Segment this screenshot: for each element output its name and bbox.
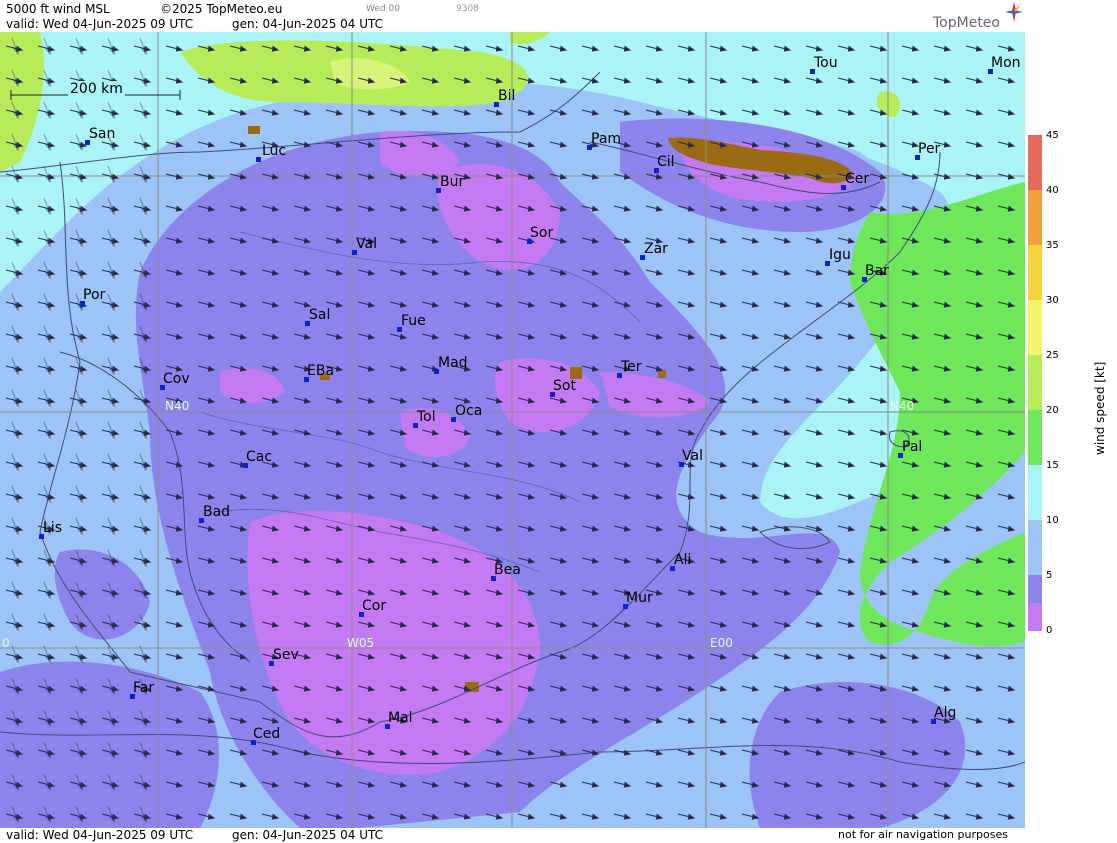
compass-logo-icon — [1005, 2, 1023, 22]
legend-tick-30: 30 — [1046, 295, 1059, 306]
scale-label: 200 km — [68, 81, 125, 97]
legend-tick-40: 40 — [1046, 185, 1059, 196]
lon-label-e00: E00 — [710, 636, 733, 650]
lat-label-n40-east: N40 — [890, 399, 915, 413]
disclaimer-text: not for air navigation purposes — [838, 828, 1008, 841]
legend-tick-35: 35 — [1046, 240, 1059, 251]
legend-tick-5: 5 — [1046, 570, 1053, 581]
lon-label-w05: W05 — [347, 636, 375, 650]
wind-speed-field — [0, 32, 1025, 828]
legend-tick-25: 25 — [1046, 350, 1059, 361]
legend-tick-10: 10 — [1046, 515, 1059, 526]
product-title: 5000 ft wind MSL — [6, 2, 110, 16]
legend-tick-15: 15 — [1046, 460, 1059, 471]
lon-label-w10: 0 — [2, 636, 10, 650]
legend-tick-45: 45 — [1046, 130, 1059, 141]
footer-generation-time: gen: 04-Jun-2025 04 UTC — [232, 828, 384, 842]
legend-title: wind speed [kt] — [1093, 361, 1107, 455]
generation-time: gen: 04-Jun-2025 04 UTC — [232, 17, 384, 31]
copyright-text: ©2025 TopMeteo.eu — [160, 2, 283, 16]
legend-tick-20: 20 — [1046, 405, 1059, 416]
topmeteo-logo: TopMeteo — [933, 15, 1000, 31]
day-code: Wed 00 — [366, 4, 400, 14]
valid-time: valid: Wed 04-Jun-2025 09 UTC — [6, 17, 194, 31]
map-footer: valid: Wed 04-Jun-2025 09 UTC gen: 04-Ju… — [0, 828, 1025, 843]
wind-map[interactable]: 200 km N40 N40 W05 E00 0 San Luc Bil Pam… — [0, 32, 1025, 828]
lat-label-n40-west: N40 — [165, 399, 190, 413]
map-header: 5000 ft wind MSL ©2025 TopMeteo.eu Wed 0… — [0, 0, 1025, 32]
run-code: 9308 — [456, 4, 479, 14]
footer-valid-time: valid: Wed 04-Jun-2025 09 UTC — [6, 828, 194, 842]
legend-tick-0: 0 — [1046, 625, 1053, 636]
legend-colorbar — [1028, 135, 1042, 631]
scale-bar: 200 km — [10, 81, 181, 102]
